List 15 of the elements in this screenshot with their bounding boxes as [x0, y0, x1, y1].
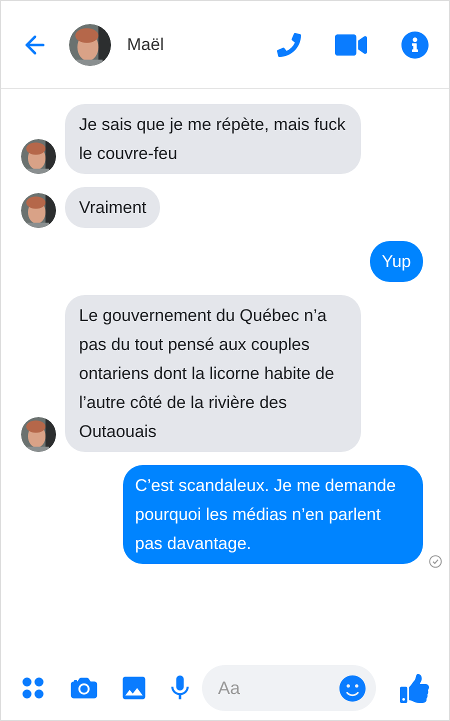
incoming-message-bubble: Vraiment: [65, 187, 160, 228]
info-button[interactable]: [401, 30, 429, 58]
sent-check-icon: [429, 555, 442, 568]
four-dots-icon: [21, 676, 45, 700]
outgoing-message-bubble: Yup: [370, 241, 423, 282]
incoming-message-bubble: Le gouvernement du Québec n’a pas du tout pensé aux couples ontariens dont la licorne habite de l’autre côté de la rivière des Outaouais: [65, 295, 361, 452]
emoji-button[interactable]: [339, 674, 366, 702]
composer-pill[interactable]: Aa: [202, 665, 376, 711]
more-options-button[interactable]: [21, 676, 45, 700]
incoming-message-bubble: Je sais que je me répète, mais fuck le couvre-feu: [65, 104, 361, 174]
like-button[interactable]: [400, 674, 429, 702]
message-input-field[interactable]: Aa: [218, 674, 339, 702]
outgoing-message-bubble: C’est scandaleux. Je me demande pourquoi les médias n’en parlent pas davantage.: [123, 465, 423, 564]
phone-call-button[interactable]: [277, 32, 301, 56]
contact-name: Maël: [127, 34, 164, 56]
